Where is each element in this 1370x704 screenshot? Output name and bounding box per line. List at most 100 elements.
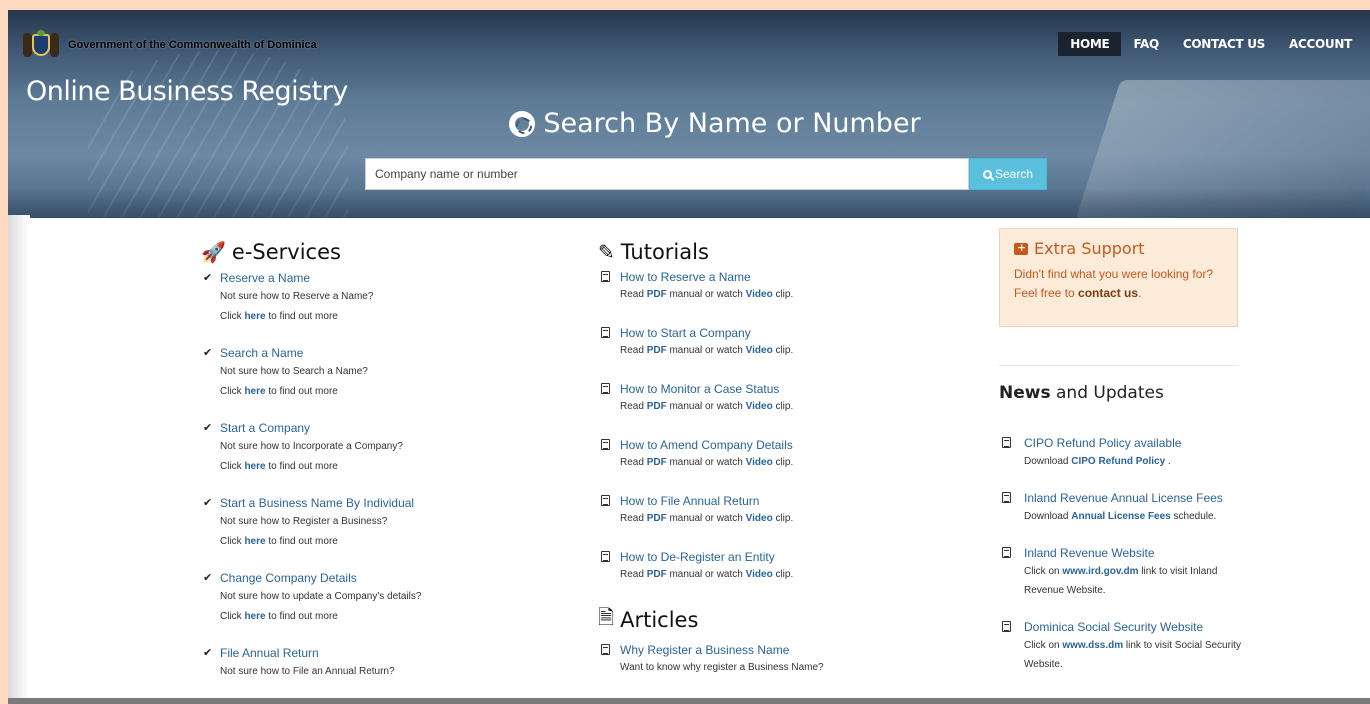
- news-link[interactable]: Inland Revenue Annual License Fees: [1024, 490, 1249, 507]
- news-inline-link[interactable]: Annual License Fees: [1071, 511, 1170, 522]
- video-link[interactable]: Video: [746, 401, 773, 412]
- check-icon: ✔: [203, 422, 213, 434]
- here-link[interactable]: here: [244, 611, 265, 622]
- eservice-link[interactable]: Change Company Details: [220, 570, 501, 587]
- site-title[interactable]: Online Business Registry: [26, 76, 348, 107]
- hero-fade: [8, 188, 1370, 218]
- pdf-link[interactable]: PDF: [647, 289, 667, 300]
- news-inline-link[interactable]: CIPO Refund Policy: [1071, 456, 1165, 467]
- tutorial-desc: Read PDF manual or watch Video clip.: [620, 513, 794, 524]
- tutorials-heading: ✎ Tutorials: [598, 240, 709, 264]
- search-input[interactable]: [365, 158, 969, 190]
- eservice-link[interactable]: File Annual Return: [220, 645, 501, 662]
- check-icon: ✔: [203, 572, 213, 584]
- nav-faq[interactable]: FAQ: [1121, 32, 1170, 56]
- video-link[interactable]: Video: [746, 457, 773, 468]
- eservice-link[interactable]: Start a Company: [220, 420, 501, 437]
- news-link[interactable]: CIPO Refund Policy available: [1024, 435, 1249, 452]
- list-item: Why Register a Business Name Want to kno…: [598, 642, 928, 677]
- document-icon: [1002, 621, 1011, 632]
- here-link[interactable]: here: [244, 536, 265, 547]
- eservice-desc: Not sure how to Reserve a Name?: [220, 291, 374, 302]
- video-link[interactable]: Video: [746, 513, 773, 524]
- tutorial-link[interactable]: How to File Annual Return: [620, 493, 928, 509]
- nav-account[interactable]: ACCOUNT: [1277, 32, 1364, 56]
- eservice-more: Click here to find out more: [220, 461, 338, 472]
- contact-us-link[interactable]: contact us: [1078, 286, 1138, 300]
- tutorial-desc: Read PDF manual or watch Video clip.: [620, 569, 794, 580]
- here-link[interactable]: here: [244, 386, 265, 397]
- eservice-desc: Not sure how to update a Company's detai…: [220, 591, 422, 602]
- tutorial-link[interactable]: How to Reserve a Name: [620, 269, 928, 285]
- here-link[interactable]: here: [244, 461, 265, 472]
- eservices-list: ✔ Reserve a Name Not sure how to Reserve…: [201, 270, 501, 682]
- list-item: How to Monitor a Case Status Read PDF ma…: [598, 381, 928, 416]
- list-item: Inland Revenue Website Click on www.ird.…: [999, 545, 1249, 600]
- document-icon: [601, 495, 610, 506]
- pdf-link[interactable]: PDF: [647, 569, 667, 580]
- news-desc: Download CIPO Refund Policy .: [1024, 456, 1171, 467]
- article-link[interactable]: Why Register a Business Name: [620, 642, 928, 658]
- list-item: CIPO Refund Policy available Download CI…: [999, 435, 1249, 471]
- eservice-desc: Not sure how to File an Annual Return?: [220, 666, 395, 677]
- video-link[interactable]: Video: [746, 569, 773, 580]
- news-inline-link[interactable]: www.dss.dm: [1062, 640, 1123, 651]
- eservice-link[interactable]: Reserve a Name: [220, 270, 501, 287]
- document-icon: [601, 383, 610, 394]
- eservice-desc: Not sure how to Search a Name?: [220, 366, 368, 377]
- document-icon: [601, 644, 610, 655]
- list-item: How to De-Register an Entity Read PDF ma…: [598, 549, 928, 584]
- eservices-heading: 🚀 e-Services: [201, 240, 341, 264]
- video-link[interactable]: Video: [746, 345, 773, 356]
- eservice-link[interactable]: Search a Name: [220, 345, 501, 362]
- tutorial-desc: Read PDF manual or watch Video clip.: [620, 289, 794, 300]
- pdf-link[interactable]: PDF: [647, 457, 667, 468]
- lifering-icon: [509, 110, 536, 137]
- document-icon: [1002, 492, 1011, 503]
- eservice-more: Click here to find out more: [220, 386, 338, 397]
- tutorial-link[interactable]: How to Amend Company Details: [620, 437, 928, 453]
- news-link[interactable]: Inland Revenue Website: [1024, 545, 1249, 562]
- news-desc: Click on www.ird.gov.dm link to visit In…: [1024, 566, 1218, 596]
- tutorials-list: How to Reserve a Name Read PDF manual or…: [598, 269, 928, 584]
- support-heading: Extra Support: [1014, 239, 1223, 258]
- check-icon: ✔: [203, 647, 213, 659]
- hero-banner: Government of the Commonwealth of Domini…: [8, 10, 1370, 218]
- article-desc: Want to know why register a Business Nam…: [620, 662, 824, 673]
- pdf-link[interactable]: PDF: [647, 513, 667, 524]
- medkit-icon: [1014, 241, 1028, 255]
- gov-branding[interactable]: Government of the Commonwealth of Domini…: [22, 30, 317, 60]
- here-link[interactable]: here: [244, 311, 265, 322]
- tutorial-link[interactable]: How to Monitor a Case Status: [620, 381, 928, 397]
- support-text: Didn't find what you were looking for? F…: [1014, 267, 1214, 300]
- list-item: How to Reserve a Name Read PDF manual or…: [598, 269, 928, 304]
- tutorial-link[interactable]: How to De-Register an Entity: [620, 549, 928, 565]
- articles-heading: 🗎 Articles: [598, 603, 928, 637]
- list-item: Inland Revenue Annual License Fees Downl…: [999, 490, 1249, 526]
- eservice-desc: Not sure how to Register a Business?: [220, 516, 388, 527]
- eservice-link[interactable]: Start a Business Name By Individual: [220, 495, 501, 512]
- news-desc: Click on www.dss.dm link to visit Social…: [1024, 640, 1241, 670]
- news-inline-link[interactable]: www.ird.gov.dm: [1062, 566, 1138, 577]
- search-button-label: Search: [994, 167, 1034, 181]
- eservice-more: Click here to find out more: [220, 611, 338, 622]
- list-item: ✔ File Annual Return Not sure how to Fil…: [201, 645, 501, 682]
- document-icon: [601, 551, 610, 562]
- list-item: ✔ Change Company Details Not sure how to…: [201, 570, 501, 627]
- rocket-icon: 🚀: [201, 240, 226, 264]
- list-item: How to Start a Company Read PDF manual o…: [598, 325, 928, 360]
- video-link[interactable]: Video: [746, 289, 773, 300]
- nav-home[interactable]: HOME: [1058, 32, 1122, 56]
- page-frame: Government of the Commonwealth of Domini…: [8, 10, 1370, 704]
- news-link[interactable]: Dominica Social Security Website: [1024, 619, 1249, 636]
- pdf-link[interactable]: PDF: [647, 345, 667, 356]
- search-heading: Search By Name or Number: [8, 108, 1370, 139]
- tutorial-link[interactable]: How to Start a Company: [620, 325, 928, 341]
- pdf-link[interactable]: PDF: [647, 401, 667, 412]
- list-item: ✔ Start a Company Not sure how to Incorp…: [201, 420, 501, 477]
- list-item: ✔ Start a Business Name By Individual No…: [201, 495, 501, 552]
- search-button[interactable]: Search: [969, 158, 1047, 190]
- document-icon: [601, 271, 610, 282]
- divider: [999, 365, 1238, 366]
- nav-contact-us[interactable]: CONTACT US: [1171, 32, 1277, 56]
